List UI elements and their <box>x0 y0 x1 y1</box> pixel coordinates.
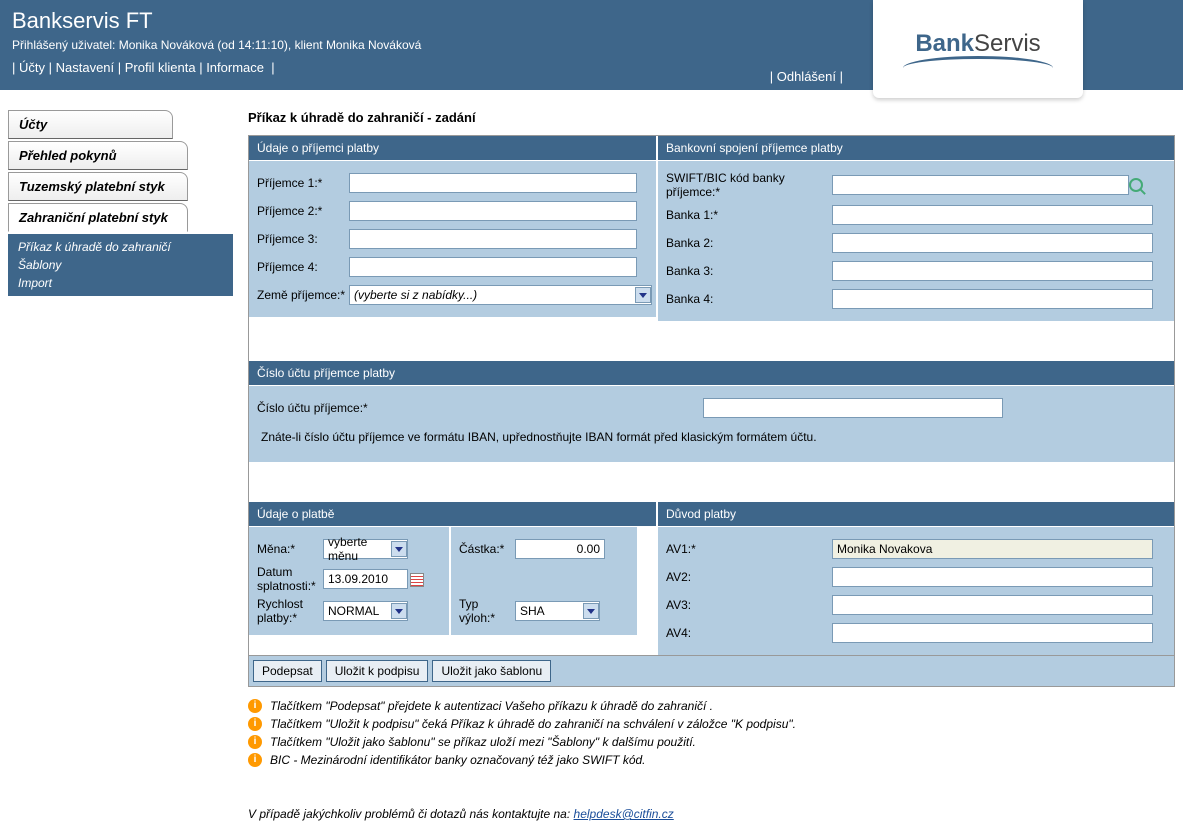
subnav-order[interactable]: Příkaz k úhradě do zahraničí <box>8 238 233 256</box>
av2-input[interactable] <box>832 567 1153 587</box>
av1-input[interactable] <box>832 539 1153 559</box>
bank-2-input[interactable] <box>832 233 1153 253</box>
iban-note: Znáte-li číslo účtu příjemce ve formátu … <box>253 424 1170 456</box>
helpdesk-link[interactable]: helpdesk@citfin.cz <box>574 807 674 821</box>
due-date-input[interactable] <box>323 569 408 589</box>
calendar-icon[interactable] <box>410 573 424 587</box>
logo: BankServis <box>873 0 1083 98</box>
subnav-import[interactable]: Import <box>8 274 233 292</box>
bank-4-input[interactable] <box>832 289 1153 309</box>
bank-3-input[interactable] <box>832 261 1153 281</box>
subnav-templates[interactable]: Šablony <box>8 256 233 274</box>
speed-select[interactable]: NORMAL <box>323 601 408 621</box>
chevron-down-icon[interactable] <box>583 603 599 619</box>
section-reason-head: Důvod platby <box>658 502 1174 527</box>
sign-button[interactable]: Podepsat <box>253 660 322 682</box>
info-icon: i <box>248 753 262 767</box>
footer-message: V případě jakýchkoliv problémů či dotazů… <box>248 807 1175 821</box>
account-number-input[interactable] <box>703 398 1003 418</box>
nav-accounts[interactable]: Účty <box>19 60 45 75</box>
recipient-3-input[interactable] <box>349 229 637 249</box>
hints: iTlačítkem "Podepsat" přejdete k autenti… <box>248 699 1175 767</box>
recipient-4-input[interactable] <box>349 257 637 277</box>
nav-info[interactable]: Informace <box>206 60 264 75</box>
chevron-down-icon[interactable] <box>391 541 407 557</box>
section-account-head: Číslo účtu příjemce platby <box>249 361 1174 386</box>
recipient-2-input[interactable] <box>349 201 637 221</box>
subnav: Příkaz k úhradě do zahraničí Šablony Imp… <box>8 234 233 296</box>
form: Údaje o příjemci platby Příjemce 1:* Pří… <box>248 135 1175 656</box>
tab-domestic[interactable]: Tuzemský platební styk <box>8 172 188 201</box>
info-icon: i <box>248 735 262 749</box>
nav-profile[interactable]: Profil klienta <box>125 60 196 75</box>
av3-input[interactable] <box>832 595 1153 615</box>
app-header: Bankservis FT Přihlášený uživatel: Monik… <box>0 0 1183 90</box>
av4-input[interactable] <box>832 623 1153 643</box>
recipient-country-select[interactable]: (vyberte si z nabídky...) <box>349 285 652 305</box>
section-payment-head: Údaje o platbě <box>249 502 656 527</box>
section-bank-head: Bankovní spojení příjemce platby <box>658 136 1174 161</box>
sidebar: Účty Přehled pokynů Tuzemský platební st… <box>0 110 240 821</box>
tab-overview[interactable]: Přehled pokynů <box>8 141 188 170</box>
currency-select[interactable]: vyberte měnu <box>323 539 408 559</box>
action-buttons: Podepsat Uložit k podpisu Uložit jako ša… <box>248 656 1175 687</box>
chevron-down-icon[interactable] <box>391 603 407 619</box>
search-icon[interactable] <box>1129 178 1143 192</box>
info-icon: i <box>248 717 262 731</box>
recipient-1-input[interactable] <box>349 173 637 193</box>
chevron-down-icon[interactable] <box>635 287 651 303</box>
swift-input[interactable] <box>832 175 1129 195</box>
section-recipient-head: Údaje o příjemci platby <box>249 136 656 161</box>
tab-accounts[interactable]: Účty <box>8 110 173 139</box>
logout-link[interactable]: | Odhlášení | <box>770 69 843 84</box>
nav-settings[interactable]: Nastavení <box>56 60 115 75</box>
info-icon: i <box>248 699 262 713</box>
save-template-button[interactable]: Uložit jako šablonu <box>432 660 551 682</box>
page-title: Příkaz k úhradě do zahraničí - zadání <box>248 110 1175 125</box>
amount-input[interactable] <box>515 539 605 559</box>
tab-foreign[interactable]: Zahraniční platební styk <box>8 203 188 232</box>
bank-1-input[interactable] <box>832 205 1153 225</box>
charges-select[interactable]: SHA <box>515 601 600 621</box>
save-for-sign-button[interactable]: Uložit k podpisu <box>326 660 429 682</box>
